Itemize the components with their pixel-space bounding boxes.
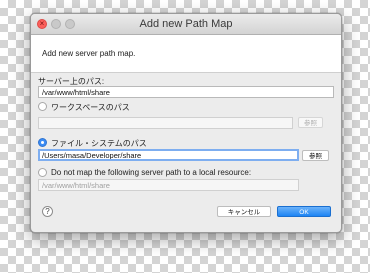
dialog-banner: Add new server path map.	[31, 35, 341, 73]
filesystem-path-label: ファイル・システムのパス	[51, 139, 147, 148]
cancel-button[interactable]: キャンセル	[217, 206, 271, 217]
workspace-path-radio[interactable]	[38, 102, 47, 111]
filesystem-browse-button[interactable]: 参照	[302, 150, 329, 161]
filesystem-path-radio[interactable]	[38, 138, 47, 147]
banner-message: Add new server path map.	[42, 49, 136, 58]
help-icon[interactable]: ?	[42, 206, 53, 217]
no-map-label: Do not map the following server path to …	[51, 168, 252, 177]
no-map-radio[interactable]	[38, 168, 47, 177]
workspace-path-field[interactable]	[38, 117, 293, 129]
filesystem-path-field[interactable]: /Users/masa/Developer/share	[38, 149, 299, 161]
server-path-field[interactable]: /var/www/html/share	[38, 86, 334, 98]
ok-button[interactable]: OK	[277, 206, 331, 217]
window-title: Add new Path Map	[139, 18, 233, 30]
workspace-browse-button[interactable]: 参照	[298, 117, 323, 128]
no-map-path-field[interactable]: /var/www/html/share	[38, 179, 299, 191]
title-bar: × Add new Path Map	[31, 14, 341, 35]
add-path-map-dialog: × Add new Path Map Add new server path m…	[30, 13, 342, 233]
workspace-path-label: ワークスペースのパス	[51, 103, 130, 112]
